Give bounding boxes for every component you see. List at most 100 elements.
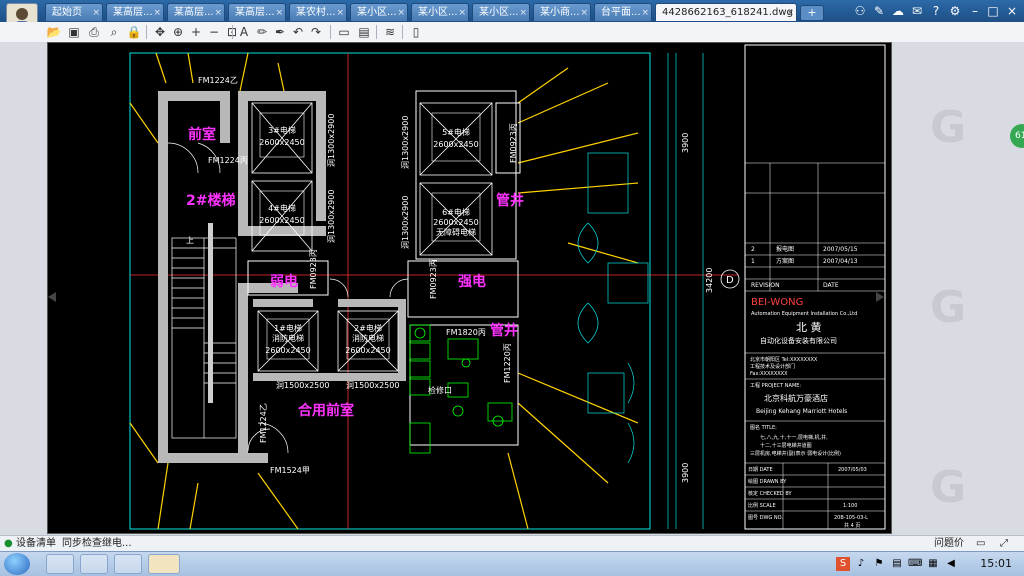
revision-date: 2007/05/15 <box>823 246 858 253</box>
elevator-size: 2600x2450 <box>259 216 304 225</box>
volume-icon[interactable]: ◀ <box>944 557 958 571</box>
room-label-stair: 2#楼梯 <box>186 192 235 209</box>
measure-icon[interactable]: ▭ <box>336 24 352 40</box>
status-item[interactable]: 设备清单 <box>16 537 56 551</box>
minimize-icon[interactable]: – <box>967 3 983 19</box>
elevator-name: 6#电梯 <box>442 207 470 217</box>
watermark: G <box>930 282 967 333</box>
tab-doc[interactable]: 某小区... × <box>411 3 469 21</box>
tab-doc[interactable]: 台平面... × <box>594 3 652 21</box>
cloud-icon[interactable]: ☁ <box>890 3 906 19</box>
expand-icon[interactable]: ⤢ <box>1000 537 1008 551</box>
title-label: 图名 TITLE: <box>750 424 777 431</box>
drawing-workspace[interactable]: G G G 前室 2#楼梯 弱电 强电 管井 管井 合用前室 FM1224乙 F… <box>0 42 1024 535</box>
tab-doc[interactable]: 某小区... × <box>350 3 408 21</box>
print-preview-icon[interactable]: ⌕ <box>106 24 122 40</box>
share-icon[interactable]: ⚇ <box>852 3 868 19</box>
company-info: Fax:XXXXXXXX <box>750 371 788 377</box>
edit-icon[interactable]: ✎ <box>871 3 887 19</box>
new-tab-button[interactable]: + <box>800 5 824 21</box>
taskbar-app-icon[interactable] <box>80 554 108 574</box>
scale-label: 比例 SCALE <box>748 502 776 509</box>
print-icon[interactable]: ⎙ <box>86 24 102 40</box>
pencil-icon[interactable]: ✏ <box>254 24 270 40</box>
pan-icon[interactable]: ✥ <box>152 24 168 40</box>
taskbar-app-icon[interactable] <box>46 554 74 574</box>
tray-icon[interactable]: S <box>836 557 850 571</box>
tab-doc[interactable]: 某农村... × <box>289 3 347 21</box>
text-icon[interactable]: A <box>236 24 252 40</box>
tab-doc[interactable]: 某小商... × <box>533 3 591 21</box>
tab-label: 某小区... <box>479 7 519 18</box>
close-icon[interactable]: × <box>580 4 588 21</box>
close-icon[interactable]: × <box>153 4 161 21</box>
lock-icon[interactable]: 🔒 <box>126 24 142 40</box>
close-icon[interactable]: × <box>519 4 527 21</box>
zoom-out-icon[interactable]: − <box>206 24 222 40</box>
document-icon[interactable]: ▯ <box>408 24 424 40</box>
tray-icon[interactable]: ⚑ <box>872 557 886 571</box>
tray-icon[interactable]: ▤ <box>890 557 904 571</box>
close-icon[interactable]: × <box>92 4 100 21</box>
comment-icon[interactable]: ✉ <box>909 3 925 19</box>
network-icon[interactable]: ▦ <box>926 557 940 571</box>
close-icon[interactable]: × <box>786 4 794 21</box>
layers-icon[interactable]: ≋ <box>382 24 398 40</box>
tab-start[interactable]: 起始页 × <box>45 3 103 21</box>
status-item[interactable]: 同步检查继电... <box>62 537 132 551</box>
prev-page-arrow-icon[interactable] <box>48 292 56 302</box>
date-label: DATE <box>823 282 839 289</box>
tab-doc[interactable]: 某高层... × <box>167 3 225 21</box>
taskbar-app-icon[interactable] <box>114 554 142 574</box>
zoom-window-icon[interactable]: ⊕ <box>170 24 186 40</box>
title-block: 2 报电图 2007/05/15 1 方案图 2007/04/13 REVISI… <box>744 44 886 530</box>
close-icon[interactable]: × <box>214 4 222 21</box>
tab-label: 某小商... <box>540 7 580 18</box>
taskbar: S ♪ ⚑ ▤ ⌨ ▦ ◀ 15:01 <box>0 551 1024 576</box>
tray-icon[interactable]: ⌨ <box>908 557 922 571</box>
redo-icon[interactable]: ↷ <box>308 24 324 40</box>
toolbar: 📂 ▣ ⎙ ⌕ 🔒 ✥ ⊕ + − ⊡ A ✏ ✒ ↶ ↷ ▭ ▤ ≋ ▯ <box>0 22 1024 43</box>
company-cn-1: 北 黄 <box>796 320 822 334</box>
close-icon[interactable]: × <box>336 4 344 21</box>
next-page-arrow-icon[interactable] <box>876 292 884 302</box>
window-close-icon[interactable]: × <box>1004 3 1020 19</box>
taskbar-app-icon[interactable] <box>148 554 180 574</box>
door-tag: FM1220丙 <box>503 343 512 383</box>
start-button-icon[interactable] <box>4 553 30 575</box>
settings-icon[interactable]: ⚙ <box>947 3 963 19</box>
tab-doc[interactable]: 某高层... × <box>228 3 286 21</box>
close-icon[interactable]: × <box>275 4 283 21</box>
title-line: 七,八,九,十,十一,层电梯,机,井, <box>760 434 828 441</box>
help-icon[interactable]: ? <box>928 3 944 19</box>
company-brand: BEI-WONG <box>751 297 803 308</box>
opening-tag: 洞1300x2900 <box>400 196 410 249</box>
maximize-icon[interactable]: □ <box>985 3 1001 19</box>
close-icon[interactable]: × <box>641 4 649 21</box>
tab-active-dwg[interactable]: 4428662163_618241.dwg × <box>655 3 797 21</box>
open-folder-icon[interactable]: 📂 <box>46 24 62 40</box>
tab-doc[interactable]: 某小区... × <box>472 3 530 21</box>
brush-icon[interactable]: ✒ <box>272 24 288 40</box>
tab-doc[interactable]: 某高层... × <box>106 3 164 21</box>
separator <box>146 25 147 39</box>
taskbar-clock[interactable]: 15:01 <box>980 557 1012 570</box>
company-en: Automation Equipment Installation Co.,Lt… <box>751 311 857 317</box>
project-label: 工程 PROJECT NAME: <box>750 382 801 389</box>
undo-icon[interactable]: ↶ <box>290 24 306 40</box>
watermark: G <box>930 462 967 513</box>
drawing-sheet[interactable]: 前室 2#楼梯 弱电 强电 管井 管井 合用前室 FM1224乙 FM1224丙… <box>47 42 892 534</box>
save-icon[interactable]: ▣ <box>66 24 82 40</box>
comment-icon[interactable]: ▭ <box>976 537 985 551</box>
tab-label: 台平面... <box>601 7 641 18</box>
close-icon[interactable]: × <box>458 4 466 21</box>
revision-desc: 方案图 <box>776 257 794 265</box>
close-icon[interactable]: × <box>397 4 405 21</box>
zoom-in-icon[interactable]: + <box>188 24 204 40</box>
status-right-label[interactable]: 问题价 <box>934 537 964 551</box>
notification-badge[interactable]: 61 <box>1010 124 1024 148</box>
elevator-name: 5#电梯 <box>442 127 470 137</box>
tray-icon[interactable]: ♪ <box>854 557 868 571</box>
area-icon[interactable]: ▤ <box>356 24 372 40</box>
door-tag: FM1224乙 <box>259 403 268 443</box>
